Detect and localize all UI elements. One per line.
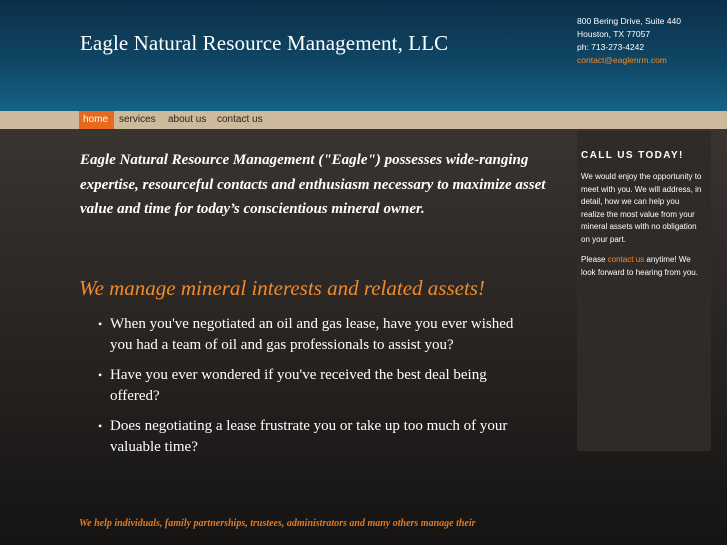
question-list: When you've negotiated an oil and gas le… xyxy=(98,314,538,467)
contact-info: 800 Bering Drive, Suite 440 Houston, TX … xyxy=(577,15,681,67)
nav-bar: home services about us contact us xyxy=(0,111,727,129)
sidebar-title: CALL US TODAY! xyxy=(581,150,684,161)
site-title: Eagle Natural Resource Management, LLC xyxy=(80,31,449,55)
phone-number: ph: 713-273-4242 xyxy=(577,42,645,52)
list-item: Does negotiating a lease frustrate you o… xyxy=(98,416,538,458)
sidebar-para2-prefix: Please xyxy=(581,255,608,264)
contact-us-link[interactable]: contact us xyxy=(608,255,644,264)
nav-about-us[interactable]: about us xyxy=(164,111,210,129)
nav-contact-us[interactable]: contact us xyxy=(213,111,267,129)
sidebar-paragraph-2: Please contact us anytime! We look forwa… xyxy=(581,254,705,279)
intro-paragraph: Eagle Natural Resource Management ("Eagl… xyxy=(80,152,546,217)
address-line-2: Houston, TX 77057 xyxy=(577,29,651,39)
nav-home[interactable]: home xyxy=(79,111,114,129)
headline: We manage mineral interests and related … xyxy=(79,276,485,300)
footer-tagline: We help individuals, family partnerships… xyxy=(79,518,476,529)
list-item: Have you ever wondered if you've receive… xyxy=(98,365,538,407)
header: Eagle Natural Resource Management, LLC 8… xyxy=(0,0,727,111)
sidebar-call-us: CALL US TODAY! We would enjoy the opport… xyxy=(577,131,711,451)
list-item: When you've negotiated an oil and gas le… xyxy=(98,314,538,356)
sidebar-paragraph-1: We would enjoy the opportunity to meet w… xyxy=(581,172,702,244)
nav-services[interactable]: services xyxy=(115,111,160,129)
email-link[interactable]: contact@eaglenrm.com xyxy=(577,54,681,67)
address-line-1: 800 Bering Drive, Suite 440 xyxy=(577,16,681,26)
